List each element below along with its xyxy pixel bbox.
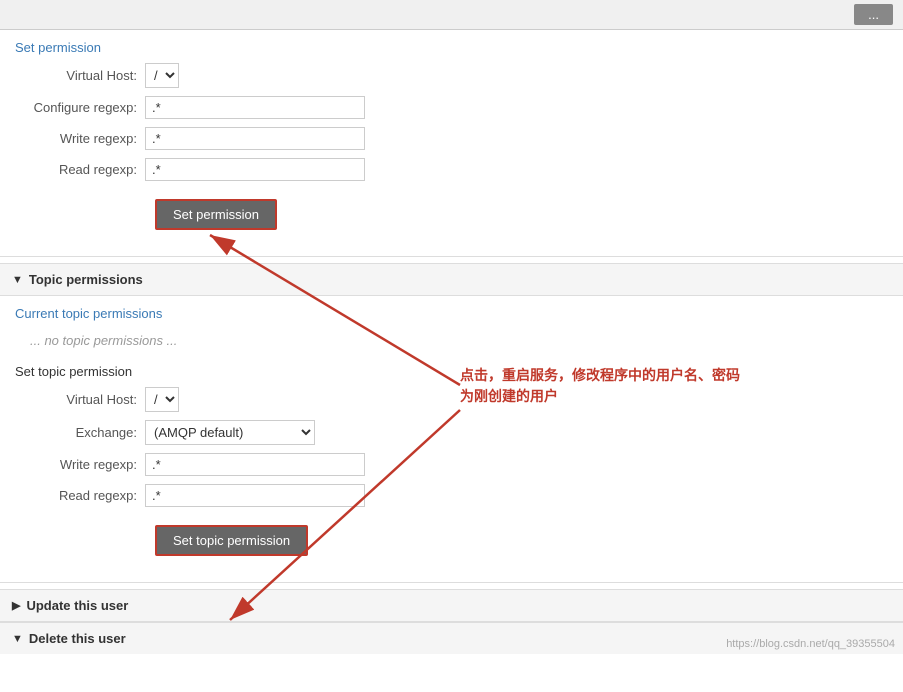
topic-write-regexp-group: Write regexp: bbox=[15, 453, 888, 476]
set-permission-link[interactable]: Set permission bbox=[15, 40, 101, 55]
delete-user-title: Delete this user bbox=[29, 631, 126, 646]
set-topic-permission-label: Set topic permission bbox=[15, 364, 132, 379]
write-regexp-label: Write regexp: bbox=[15, 131, 145, 146]
configure-regexp-input[interactable] bbox=[145, 96, 365, 119]
topic-virtual-host-group: Virtual Host: / bbox=[15, 387, 888, 412]
topic-read-regexp-input[interactable] bbox=[145, 484, 365, 507]
update-user-header[interactable]: ▶ Update this user bbox=[0, 589, 903, 622]
virtual-host-select[interactable]: / bbox=[145, 63, 179, 88]
topic-read-regexp-label: Read regexp: bbox=[15, 488, 145, 503]
virtual-host-group: Virtual Host: / bbox=[15, 63, 888, 88]
write-regexp-input[interactable] bbox=[145, 127, 365, 150]
update-user-arrow-icon: ▶ bbox=[12, 599, 20, 612]
top-bar: ... bbox=[0, 0, 903, 30]
update-user-title: Update this user bbox=[26, 598, 128, 613]
topic-permissions-header[interactable]: ▼ Topic permissions bbox=[0, 263, 903, 296]
configure-regexp-group: Configure regexp: bbox=[15, 96, 888, 119]
topic-permissions-title: Topic permissions bbox=[29, 272, 143, 287]
write-regexp-group: Write regexp: bbox=[15, 127, 888, 150]
exchange-select[interactable]: (AMQP default) bbox=[145, 420, 315, 445]
delete-user-arrow-icon: ▼ bbox=[12, 633, 23, 645]
divider-2 bbox=[0, 582, 903, 583]
topic-permissions-section: Current topic permissions ... no topic p… bbox=[0, 296, 903, 576]
topic-write-regexp-label: Write regexp: bbox=[15, 457, 145, 472]
set-topic-permission-button[interactable]: Set topic permission bbox=[155, 525, 308, 556]
collapse-arrow-icon: ▼ bbox=[12, 274, 23, 286]
top-bar-button[interactable]: ... bbox=[854, 4, 893, 25]
delete-user-header[interactable]: ▼ Delete this user bbox=[0, 622, 903, 654]
exchange-label: Exchange: bbox=[15, 425, 145, 440]
topic-read-regexp-group: Read regexp: bbox=[15, 484, 888, 507]
current-topic-permissions-link[interactable]: Current topic permissions bbox=[15, 306, 162, 321]
exchange-group: Exchange: (AMQP default) bbox=[15, 420, 888, 445]
read-regexp-input[interactable] bbox=[145, 158, 365, 181]
topic-virtual-host-label: Virtual Host: bbox=[15, 392, 145, 407]
virtual-host-label: Virtual Host: bbox=[15, 68, 145, 83]
topic-virtual-host-select[interactable]: / bbox=[145, 387, 179, 412]
topic-write-regexp-input[interactable] bbox=[145, 453, 365, 476]
configure-regexp-label: Configure regexp: bbox=[15, 100, 145, 115]
set-permission-section: Set permission Virtual Host: / Configure… bbox=[0, 30, 903, 250]
read-regexp-label: Read regexp: bbox=[15, 162, 145, 177]
read-regexp-group: Read regexp: bbox=[15, 158, 888, 181]
divider-1 bbox=[0, 256, 903, 257]
set-permission-button[interactable]: Set permission bbox=[155, 199, 277, 230]
no-topic-perms-text: ... no topic permissions ... bbox=[15, 327, 888, 354]
